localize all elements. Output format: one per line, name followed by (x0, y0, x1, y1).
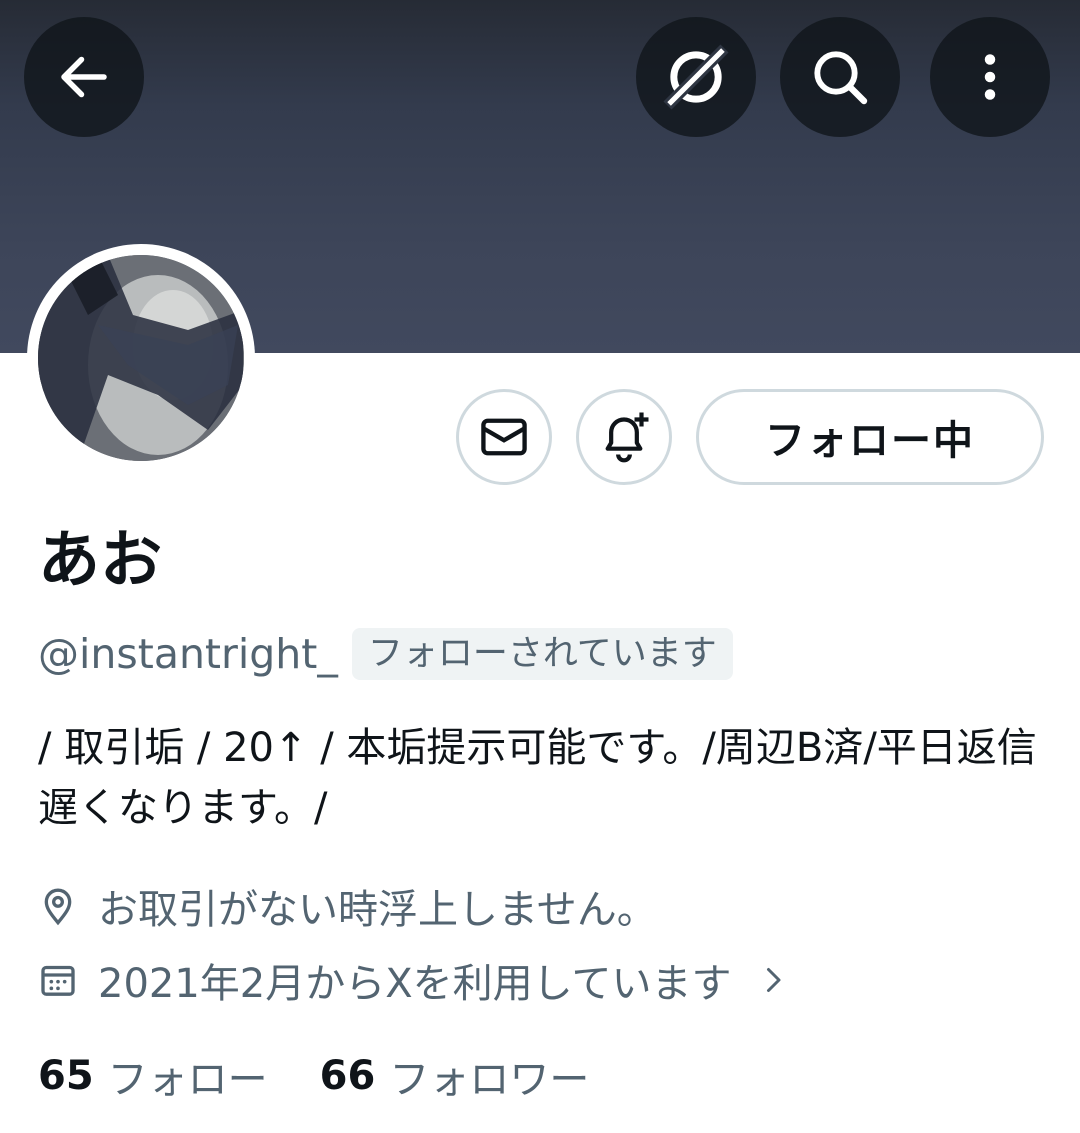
handle-row: @instantright_ フォローされています (38, 626, 733, 682)
following-count: 65 (38, 1053, 94, 1099)
chevron-right-icon (767, 968, 781, 992)
notify-button[interactable] (576, 389, 672, 485)
joined-text: 2021年2月からXを利用しています (98, 961, 732, 1007)
more-button[interactable] (930, 17, 1050, 137)
bell-plus-icon (605, 412, 649, 463)
more-vertical-icon (984, 54, 996, 100)
grok-button[interactable] (636, 17, 756, 137)
following-link[interactable]: 65 フォロー (38, 1047, 268, 1105)
following-button[interactable]: フォロー中 (696, 389, 1044, 485)
avatar[interactable] (38, 255, 244, 461)
avatar-frame (27, 244, 255, 472)
follow-stats: 65 フォロー 66 フォロワー (38, 1046, 589, 1106)
arrow-left-icon (61, 56, 107, 98)
grok-icon (663, 44, 729, 110)
search-button[interactable] (780, 17, 900, 137)
mail-icon (481, 418, 527, 456)
location-row: お取引がない時浮上しません。 (38, 876, 657, 936)
joined-row[interactable]: 2021年2月からXを利用しています (38, 950, 811, 1010)
back-button[interactable] (24, 17, 144, 137)
location-text: お取引がない時浮上しません。 (98, 887, 657, 933)
profile-bio: / 取引垢 / 20↑ / 本垢提示可能です。/周辺B済/平日返信遅くなります。… (38, 725, 1037, 831)
display-name: あお (38, 523, 163, 596)
message-button[interactable] (456, 389, 552, 485)
calendar-icon (41, 965, 75, 996)
location-pin-icon (44, 888, 72, 926)
following-button-label: フォロー中 (765, 418, 975, 464)
followers-count: 66 (319, 1053, 376, 1099)
search-icon (814, 51, 868, 105)
follows-you-badge: フォローされています (351, 628, 733, 680)
following-label: フォロー (107, 1057, 268, 1103)
followers-link[interactable]: 66 フォロワー (320, 1047, 590, 1105)
user-handle: @instantright_ (38, 630, 338, 678)
followers-label: フォロワー (389, 1057, 590, 1103)
